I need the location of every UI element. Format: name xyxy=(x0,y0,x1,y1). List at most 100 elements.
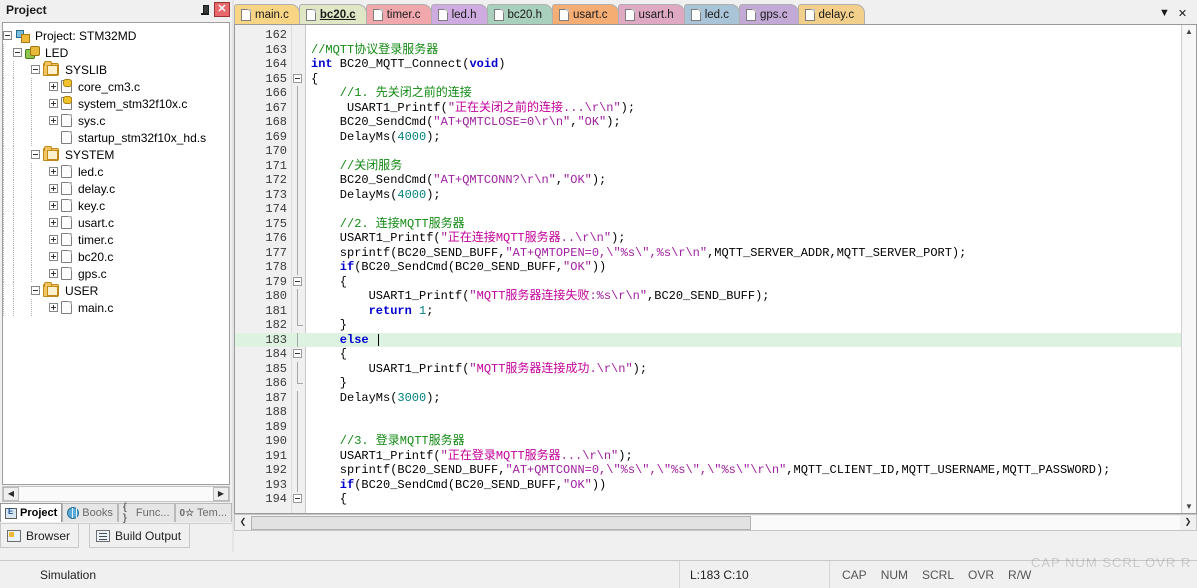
code-line[interactable]: 182} xyxy=(235,318,1196,333)
tree-item-led[interactable]: LED xyxy=(3,44,229,61)
editor-tab-led-h[interactable]: led.h xyxy=(430,4,488,24)
editor-tab-gps-c[interactable]: gps.c xyxy=(739,4,799,24)
code-line[interactable]: 169 DelayMs(4000); xyxy=(235,129,1196,144)
panel-tab-books[interactable]: Books xyxy=(62,503,118,522)
scroll-track[interactable] xyxy=(751,515,1180,530)
code-line[interactable]: 183 else xyxy=(235,332,1196,347)
dock-tab-build-output[interactable]: Build Output xyxy=(89,524,191,548)
code-line[interactable]: 194 { xyxy=(235,492,1196,507)
code-content[interactable]: 162 163 //MQTT协议登录服务器 164 int BC20_MQTT_Conn… xyxy=(235,28,1196,507)
tree-expander-icon[interactable] xyxy=(3,31,12,40)
tree-expander-icon[interactable] xyxy=(49,201,58,210)
tree-item-usart-c[interactable]: usart.c xyxy=(3,214,229,231)
code-line[interactable]: 189 xyxy=(235,419,1196,434)
tree-expander-icon[interactable] xyxy=(49,99,58,108)
close-icon[interactable]: ✕ xyxy=(1178,7,1187,20)
editor-tab-bc20-h[interactable]: bc20.h xyxy=(486,4,554,24)
code-line[interactable]: 164 int BC20_MQTT_Connect(void) xyxy=(235,57,1196,72)
code-line[interactable]: 179 { xyxy=(235,275,1196,290)
tree-item-main-c[interactable]: main.c xyxy=(3,299,229,316)
tree-expander-icon[interactable] xyxy=(49,116,58,125)
tree-expander-icon[interactable] xyxy=(31,150,40,159)
code-line[interactable]: 177 sprintf(BC20_SEND_BUFF,"AT+QMTOPEN=0,… xyxy=(235,245,1196,260)
chevron-down-icon[interactable]: ▼ xyxy=(1159,7,1170,19)
code-line[interactable]: 167 USART1_Printf("正在关闭之前的连接...\r\n"); xyxy=(235,100,1196,115)
scroll-right-arrow-icon[interactable]: ▶ xyxy=(213,487,229,501)
tree-item-led-c[interactable]: led.c xyxy=(3,163,229,180)
tree-expander-icon[interactable] xyxy=(49,167,58,176)
scroll-left-arrow-icon[interactable]: ❮ xyxy=(235,516,251,530)
project-panel-tabs[interactable]: Project Books { } Func... 0☆Tem... xyxy=(0,502,232,524)
code-line[interactable]: 184 { xyxy=(235,347,1196,362)
tree-expander-icon[interactable] xyxy=(49,269,58,278)
tree-item-core-cm3-c[interactable]: core_cm3.c xyxy=(3,78,229,95)
code-vscrollbar[interactable]: ▲ ▼ xyxy=(1181,25,1196,513)
tree-item-delay-c[interactable]: delay.c xyxy=(3,180,229,197)
scroll-right-arrow-icon[interactable]: ❯ xyxy=(1180,516,1196,530)
code-line[interactable]: 168 BC20_SendCmd("AT+QMTCLOSE=0\r\n","OK"… xyxy=(235,115,1196,130)
tree-item-system[interactable]: SYSTEM xyxy=(3,146,229,163)
tree-item-user[interactable]: USER xyxy=(3,282,229,299)
code-line[interactable]: 190 //3. 登录MQTT服务器 xyxy=(235,434,1196,449)
tree-expander-icon[interactable] xyxy=(49,218,58,227)
code-line[interactable]: 170 xyxy=(235,144,1196,159)
tree-item-startup-stm32f10x-hd-s[interactable]: startup_stm32f10x_hd.s xyxy=(3,129,229,146)
pin-icon[interactable] xyxy=(196,2,212,17)
project-tree[interactable]: Project: STM32MD LED SYSLIB core_cm3.c syste… xyxy=(2,22,230,485)
tree-item-bc20-c[interactable]: bc20.c xyxy=(3,248,229,265)
tree-expander-icon[interactable] xyxy=(49,252,58,261)
code-line[interactable]: 165 { xyxy=(235,72,1196,87)
code-line[interactable]: 187 DelayMs(3000); xyxy=(235,390,1196,405)
code-line[interactable]: 172 BC20_SendCmd("AT+QMTCONN?\r\n","OK"); xyxy=(235,173,1196,188)
editor-tab-timer-c[interactable]: timer.c xyxy=(365,4,432,24)
editor-tab-bc20-c[interactable]: bc20.c xyxy=(298,4,367,24)
tree-expander-icon[interactable] xyxy=(49,184,58,193)
code-line[interactable]: 181 return 1; xyxy=(235,303,1196,318)
dock-tab-browser[interactable]: Browser xyxy=(0,524,80,548)
fold-collapse-icon[interactable] xyxy=(293,349,302,358)
fold-collapse-icon[interactable] xyxy=(293,494,302,503)
scroll-track[interactable] xyxy=(19,487,213,501)
code-line[interactable]: 162 xyxy=(235,28,1196,43)
editor-tab-main-c[interactable]: main.c xyxy=(234,4,300,24)
scroll-left-arrow-icon[interactable]: ◀ xyxy=(3,487,19,501)
code-line[interactable]: 173 DelayMs(4000); xyxy=(235,187,1196,202)
code-hscrollbar[interactable]: ❮ ❯ xyxy=(234,514,1197,531)
scroll-thumb[interactable] xyxy=(251,515,751,530)
code-line[interactable]: 193 if(BC20_SendCmd(BC20_SEND_BUFF,"OK")) xyxy=(235,477,1196,492)
editor-tab-led-c[interactable]: led.c xyxy=(683,4,741,24)
code-line[interactable]: 188 xyxy=(235,405,1196,420)
editor-tab-usart-h[interactable]: usart.h xyxy=(617,4,685,24)
scroll-up-arrow-icon[interactable]: ▲ xyxy=(1182,25,1196,40)
scroll-down-arrow-icon[interactable]: ▼ xyxy=(1182,500,1196,513)
code-line[interactable]: 166 //1. 先关闭之前的连接 xyxy=(235,86,1196,101)
tree-expander-icon[interactable] xyxy=(49,235,58,244)
editor-tab-delay-c[interactable]: delay.c xyxy=(797,4,866,24)
editor-tab-bar[interactable]: main.c bc20.c timer.c led.h bc20.h usart.c usa… xyxy=(234,2,1197,24)
code-line[interactable]: 191 USART1_Printf("正在登录MQTT服务器...\r\n"); xyxy=(235,448,1196,463)
code-line[interactable]: 178 if(BC20_SendCmd(BC20_SEND_BUFF,"OK")) xyxy=(235,260,1196,275)
code-line[interactable]: 192 sprintf(BC20_SEND_BUFF,"AT+QMTCONN=0,… xyxy=(235,463,1196,478)
tree-expander-icon[interactable] xyxy=(49,133,58,142)
tree-item-syslib[interactable]: SYSLIB xyxy=(3,61,229,78)
tree-expander-icon[interactable] xyxy=(49,303,58,312)
fold-collapse-icon[interactable] xyxy=(293,276,302,286)
tree-expander-icon[interactable] xyxy=(31,286,40,295)
bottom-dock-tabs[interactable]: Browser Build Output xyxy=(0,523,232,548)
code-line[interactable]: 185 USART1_Printf("MQTT服务器连接成功.\r\n"); xyxy=(235,361,1196,376)
tree-expander-icon[interactable] xyxy=(31,65,40,74)
tree-item-system-stm32f10x-c[interactable]: system_stm32f10x.c xyxy=(3,95,229,112)
code-line[interactable]: 180 USART1_Printf("MQTT服务器连接失败:%s\r\n",BC… xyxy=(235,289,1196,304)
tree-expander-icon[interactable] xyxy=(49,82,58,91)
panel-tab-tem[interactable]: 0☆ Tem... xyxy=(174,503,232,522)
tree-item-key-c[interactable]: key.c xyxy=(3,197,229,214)
tree-item-sys-c[interactable]: sys.c xyxy=(3,112,229,129)
code-line[interactable]: 175 //2. 连接MQTT服务器 xyxy=(235,216,1196,231)
code-line[interactable]: 186} xyxy=(235,376,1196,391)
panel-tab-func[interactable]: { } Func... xyxy=(117,502,175,524)
close-icon[interactable]: ✕ xyxy=(214,2,230,17)
tree-item-timer-c[interactable]: timer.c xyxy=(3,231,229,248)
code-line[interactable]: 163 //MQTT协议登录服务器 xyxy=(235,43,1196,58)
tree-item-gps-c[interactable]: gps.c xyxy=(3,265,229,282)
tree-item-project-stm32md[interactable]: Project: STM32MD xyxy=(3,27,229,44)
